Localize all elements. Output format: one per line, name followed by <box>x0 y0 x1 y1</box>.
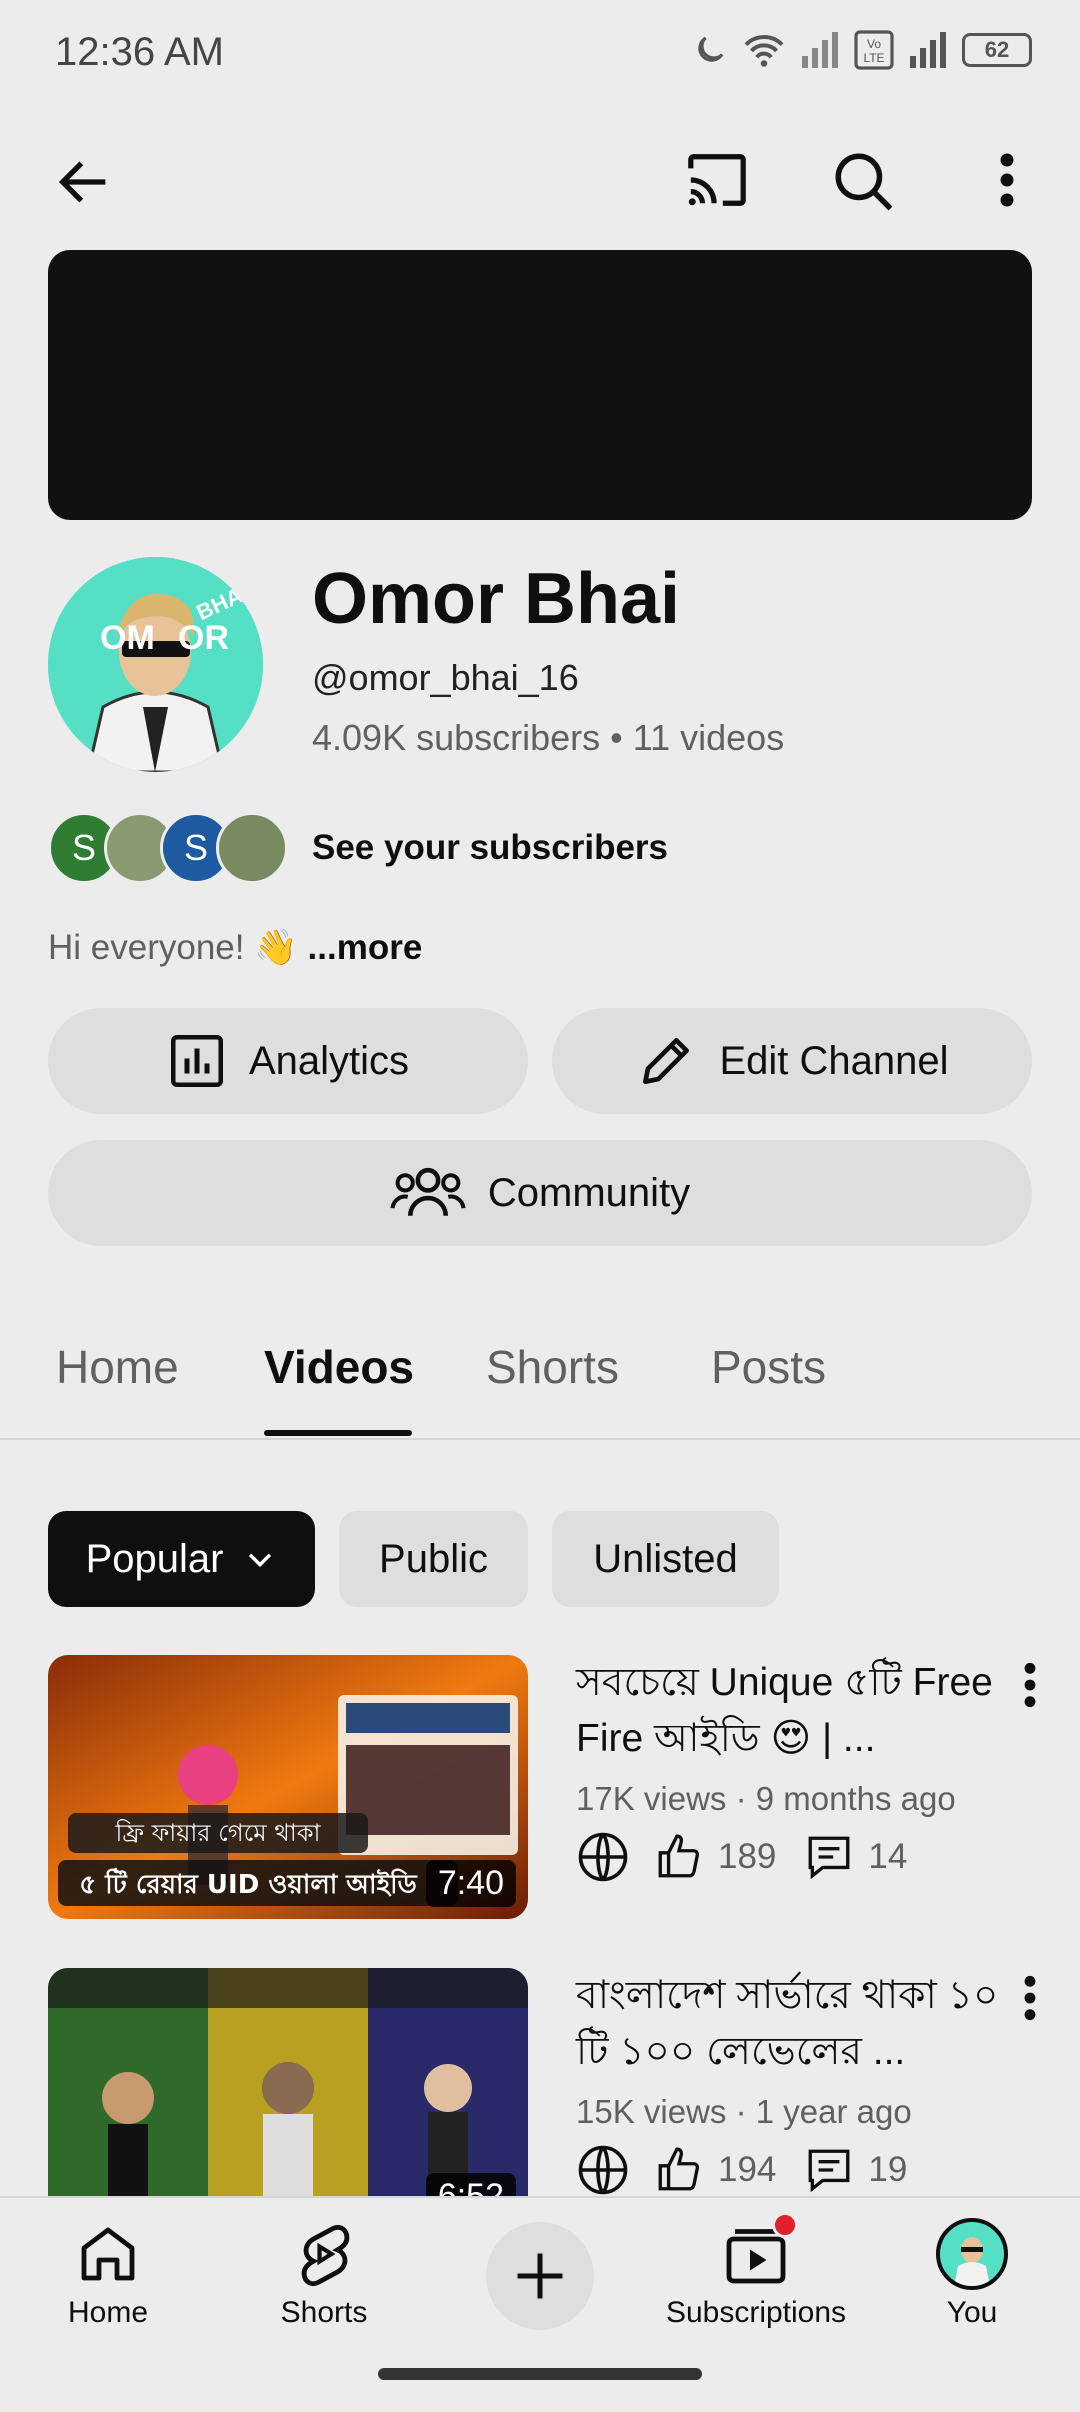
nav-subscriptions-label: Subscriptions <box>665 2296 847 2329</box>
analytics-button[interactable]: Analytics <box>48 1008 528 1114</box>
wifi-icon <box>744 35 784 67</box>
plus-icon <box>517 2253 563 2299</box>
status-time: 12:36 AM <box>55 30 225 74</box>
tab-videos[interactable]: Videos <box>264 1340 414 1394</box>
channel-handle: @omor_bhai_16 <box>312 657 579 698</box>
comment-count: 14 <box>868 1837 908 1876</box>
unlisted-chip[interactable]: Unlisted <box>552 1511 779 1607</box>
video-duration: 6:52 <box>425 2173 516 2196</box>
create-button[interactable] <box>486 2222 594 2330</box>
video-menu-icon[interactable] <box>1020 1660 1040 1710</box>
subscriber-avatar <box>216 812 288 884</box>
moon-icon <box>698 36 724 62</box>
thumbnail-image <box>48 1968 528 2196</box>
more-vert-icon[interactable] <box>995 150 1019 210</box>
tab-home[interactable]: Home <box>56 1340 179 1394</box>
top-bar <box>0 130 1080 230</box>
like-count: 194 <box>718 2150 777 2189</box>
description-text: Hi everyone! 👋 <box>48 928 298 967</box>
active-tab-indicator <box>264 1430 412 1436</box>
video-thumbnail[interactable]: 6:52 <box>48 1968 528 2196</box>
community-label: Community <box>487 1170 691 1215</box>
pencil-icon <box>643 1038 690 1084</box>
analytics-label: Analytics <box>248 1038 410 1083</box>
globe-icon <box>578 1832 628 1882</box>
chevron-down-icon <box>249 1553 272 1568</box>
video-duration: 7:40 <box>425 1860 516 1907</box>
back-arrow-icon[interactable] <box>52 150 116 214</box>
more-link[interactable]: ...more <box>308 928 423 967</box>
video-title[interactable]: বাংলাদেশ সার্ভারে থাকা ১০ টি ১০০ লেভেলের… <box>576 1968 1006 2080</box>
globe-icon <box>578 2145 628 2195</box>
channel-stats: 4.09K subscribers • 11 videos <box>312 717 784 759</box>
video-stats: 189 14 <box>576 1830 907 1884</box>
volte-icon: VoLTE <box>854 30 894 70</box>
video-menu-icon[interactable] <box>1020 1973 1040 2023</box>
channel-description[interactable]: Hi everyone! 👋 ...more <box>48 927 422 968</box>
popular-sort-chip[interactable]: Popular <box>48 1511 315 1607</box>
video-stats: 194 19 <box>576 2143 907 2196</box>
avatar-illustration: OM OR BHAI <box>48 557 263 772</box>
nav-shorts[interactable]: Shorts <box>224 2218 424 2330</box>
battery-indicator: 62 <box>962 33 1032 67</box>
video-list: ফ্রি ফায়ার গেমে থাকা ৫ টি রেয়ার UID ওয… <box>0 1640 1080 2196</box>
see-subscribers-link[interactable]: See your subscribers <box>312 828 668 868</box>
nav-subscriptions[interactable]: Subscriptions <box>656 2212 856 2330</box>
channel-name: Omor Bhai <box>312 559 681 639</box>
nav-home[interactable]: Home <box>8 2218 208 2330</box>
nav-you[interactable]: You <box>872 2218 1072 2330</box>
svg-text:Vo: Vo <box>867 37 881 51</box>
nav-you-label: You <box>946 2296 998 2329</box>
analytics-icon <box>170 1035 223 1087</box>
shorts-icon <box>301 2224 350 2287</box>
notification-dot <box>772 2212 798 2238</box>
subscriber-count: 4.09K subscribers <box>312 717 601 758</box>
people-icon <box>390 1167 466 1216</box>
tab-shorts[interactable]: Shorts <box>486 1340 619 1394</box>
home-indicator <box>378 2368 702 2380</box>
channel-banner <box>48 250 1032 520</box>
svg-text:OM: OM <box>100 619 155 657</box>
like-count: 189 <box>718 1837 777 1876</box>
channel-avatar[interactable]: OM OR BHAI <box>48 557 263 772</box>
comment-icon <box>808 2149 850 2193</box>
thumbs-up-icon <box>658 1834 700 1878</box>
comment-count: 19 <box>868 2150 908 2189</box>
channel-tabs: Home Videos Shorts Posts <box>0 1280 1080 1440</box>
thumb-text-2: ৫ টি রেয়ার UID ওয়ালা আইডি <box>79 1867 417 1900</box>
public-chip[interactable]: Public <box>339 1511 528 1607</box>
subscriptions-icon-wrap <box>720 2212 798 2290</box>
video-count: 11 videos <box>632 717 785 758</box>
status-icons: Vo LTE 62 <box>692 30 1032 70</box>
nav-home-label: Home <box>67 2296 149 2329</box>
cast-icon[interactable] <box>682 148 752 212</box>
video-meta: 15K views · 1 year ago <box>576 2093 912 2130</box>
tab-posts[interactable]: Posts <box>711 1340 826 1394</box>
you-avatar <box>936 2218 1008 2290</box>
signal-icon <box>802 32 838 68</box>
subscriber-avatars[interactable]: SS <box>48 812 288 884</box>
status-bar: 12:36 AM Vo LTE 62 <box>0 0 1080 110</box>
video-title[interactable]: সবচেয়ে Unique ৫টি Free Fire আইডি 😍 | ..… <box>576 1655 1006 1767</box>
video-meta: 17K views · 9 months ago <box>576 1780 956 1817</box>
video-thumbnail[interactable]: ফ্রি ফায়ার গেমে থাকা ৫ টি রেয়ার UID ওয… <box>48 1655 528 1919</box>
edit-channel-button[interactable]: Edit Channel <box>552 1008 1032 1114</box>
stats-separator: • <box>610 717 633 758</box>
thumbs-up-icon <box>658 2147 700 2191</box>
home-icon <box>81 2227 135 2281</box>
community-button[interactable]: Community <box>48 1140 1032 1246</box>
svg-text:LTE: LTE <box>863 51 884 65</box>
signal-icon-2 <box>910 32 946 68</box>
thumb-text-1: ফ্রি ফায়ার গেমে থাকা <box>115 1819 322 1847</box>
you-avatar-image <box>954 2237 990 2286</box>
search-icon[interactable] <box>830 148 896 214</box>
comment-icon <box>808 1836 850 1880</box>
popular-label: Popular <box>85 1536 224 1581</box>
nav-shorts-label: Shorts <box>280 2296 368 2329</box>
edit-channel-label: Edit Channel <box>719 1038 949 1083</box>
